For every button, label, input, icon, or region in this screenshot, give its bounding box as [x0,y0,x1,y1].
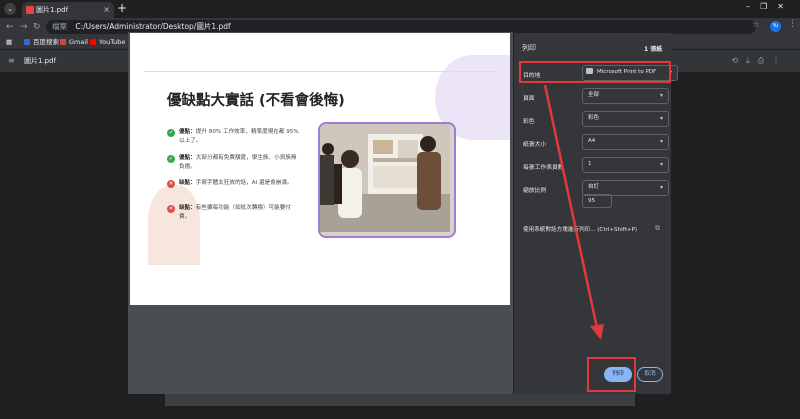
slide-title: 優缺點大實話 (不看會後悔) [167,93,345,109]
scale-label: 縮放比例 [523,188,547,194]
bookmark-star-icon[interactable]: ☆ [752,20,759,29]
bookmark-gmail[interactable]: Gmail [60,36,88,49]
hamburger-menu-icon[interactable]: ≡ [8,50,15,72]
youtube-icon [90,39,96,45]
check-icon: ✓ [167,129,175,137]
bullet-text: 有些擴每功能（如批次轉換）可能要付費。 [179,205,291,220]
pages-select[interactable]: 全部 [582,88,669,104]
pages-value: 全部 [588,92,600,98]
baidu-icon [24,39,30,45]
pages-label: 頁面 [523,96,535,102]
bullet-label: 缺點： [179,205,196,211]
scale-input[interactable]: 95 [582,194,612,208]
profile-avatar[interactable]: Yu [770,21,781,32]
decorative-blob [148,185,200,265]
browser-menu-icon[interactable]: ⋮ [788,19,797,29]
preview-shadow [165,394,635,406]
cancel-button[interactable]: 取消 [637,367,663,382]
bullet-label: 優點： [179,155,196,161]
bookmark-baidu[interactable]: 百度搜索 [24,36,59,49]
pdf-tool-icons[interactable]: ⟲⤓⎙⋮ [731,50,788,72]
scale-value: 自訂 [588,184,600,190]
color-select[interactable]: 彩色 [582,111,669,127]
pdf-filename: 圖片1.pdf [24,57,57,65]
close-tab-icon[interactable]: × [103,2,110,18]
slide-preview: 優缺點大實話 (不看會後悔) ✓ 優點：提升 80% 工作效率，精準度現在都 9… [130,33,510,305]
bullet-item: ✓ 優點：提升 80% 工作效率，精準度現在都 95% 以上了。 [167,128,302,146]
paper-size-select[interactable]: A4 [582,134,669,150]
apps-grid-icon[interactable]: ▦ [6,36,12,49]
photo-illustration [320,124,450,232]
bookmark-label: YouTube [99,38,126,46]
bookmark-label: Gmail [69,38,88,46]
paper-size-value: A4 [588,138,596,144]
print-panel-title: 列印 [522,44,536,52]
pages-per-sheet-select[interactable]: 1 [582,157,669,173]
address-text: C:/Users/Administrator/Desktop/圖片1.pdf [75,22,231,31]
bullet-label: 缺點： [179,180,196,186]
tab-title: 圖片1.pdf [36,6,69,14]
pages-per-sheet-value: 1 [588,161,592,167]
forward-arrow-icon[interactable]: → [20,18,28,36]
destination-highlight-box [519,61,671,83]
cross-icon: ✕ [167,180,175,188]
file-scheme-label: 檔案 [52,22,67,31]
bullet-item: ✕ 缺點：手寫字體太狂放的話，AI 還是會崩潰。 [167,179,302,188]
browser-tab[interactable]: 圖片1.pdf × [22,2,114,18]
reload-icon[interactable]: ↻ [33,18,41,36]
bullet-item: ✓ 優點：大部分都有免費額度，學生族、小資族無負擔。 [167,154,302,172]
sheet-count: 1 張紙 [644,46,663,53]
color-value: 彩色 [588,115,600,121]
slide-divider [144,71,498,72]
back-arrow-icon[interactable]: ← [6,18,14,36]
cross-icon: ✕ [167,205,175,213]
bullet-text: 大部分都有免費額度，學生族、小資族無負擔。 [179,155,297,170]
bullet-text: 提升 80% 工作效率，精準度現在都 95% 以上了。 [179,129,299,144]
new-tab-button[interactable]: + [117,1,127,15]
check-icon: ✓ [167,155,175,163]
slide-photo [318,122,456,238]
bullet-label: 優點： [179,129,196,135]
gmail-icon [60,39,66,45]
color-label: 彩色 [523,119,535,125]
pdf-favicon-icon [26,6,34,14]
bookmark-youtube[interactable]: YouTube [90,36,125,49]
bookmark-label: 百度搜索 [33,38,59,46]
paper-size-label: 紙張大小 [523,142,547,148]
external-link-icon[interactable]: ⧉ [655,224,660,233]
bullet-item: ✕ 缺點：有些擴每功能（如批次轉換）可能要付費。 [167,204,302,222]
print-button-highlight-box [587,357,636,392]
system-dialog-link[interactable]: 使用系統對話方塊進行列印... (Ctrl+Shift+P) [523,225,637,233]
tab-search-button[interactable]: ⌄ [4,3,16,15]
bullet-text: 手寫字體太狂放的話，AI 還是會崩潰。 [195,180,293,186]
pages-per-sheet-label: 每張工作表頁數 [523,165,564,171]
window-controls[interactable]: –❐✕ [746,2,794,11]
